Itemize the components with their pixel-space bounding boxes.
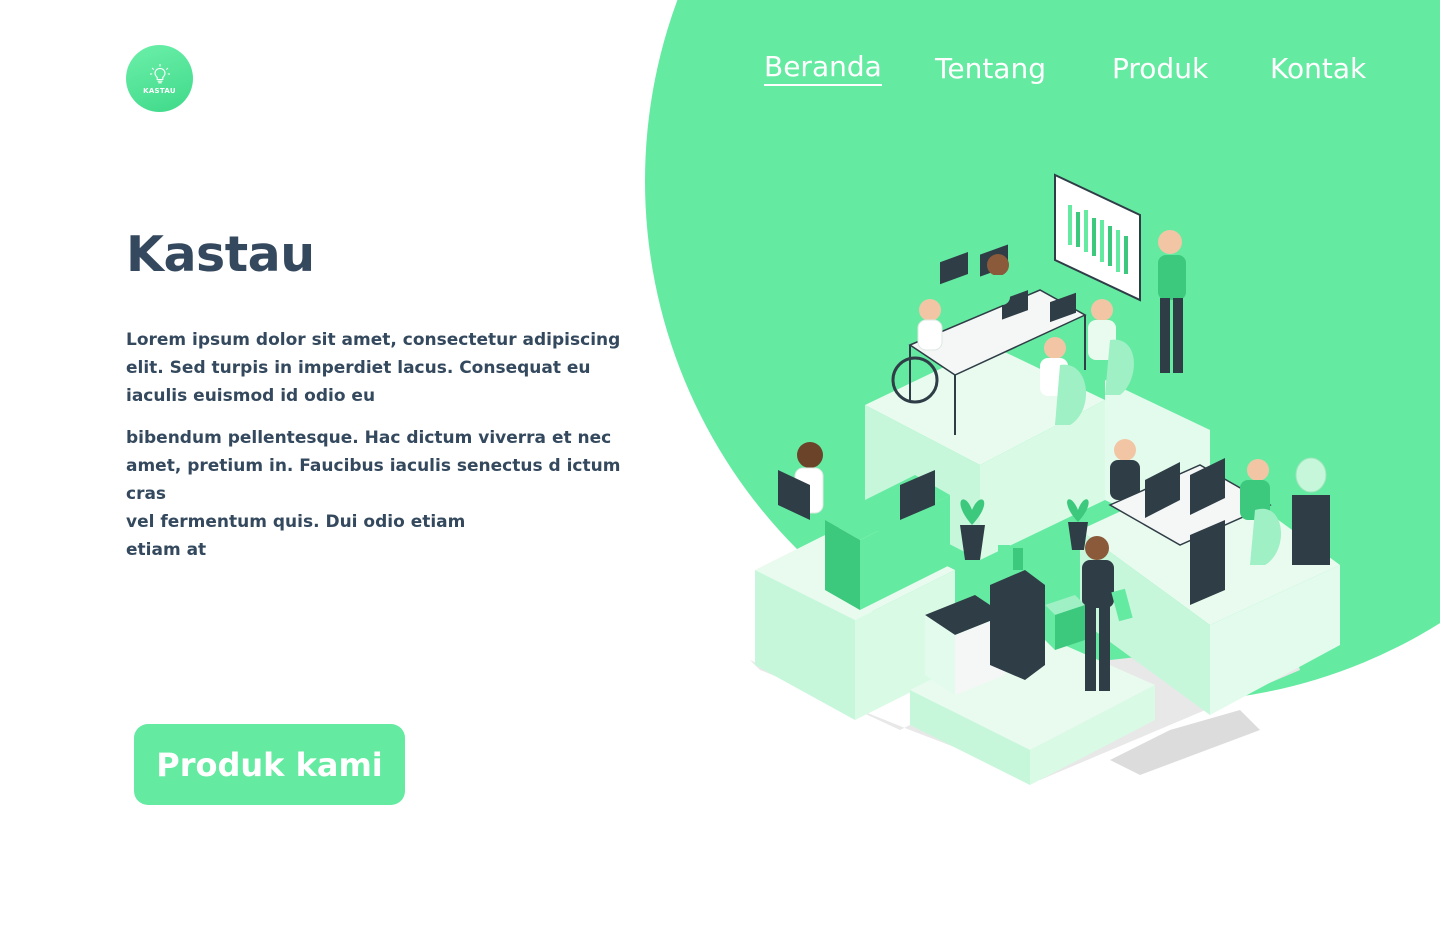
isometric-office-illustration	[750, 173, 1340, 785]
main-nav: Beranda Tentang Produk Kontak	[0, 50, 1440, 102]
hero-paragraph-1: Lorem ipsum dolor sit amet, consectetur …	[126, 330, 621, 406]
hero-paragraph-2-line: etiam at	[126, 540, 207, 560]
landing-page: KASTAU Beranda Tentang Produk Kontak Kas…	[0, 0, 1440, 947]
nav-item-kontak[interactable]: Kontak	[1270, 52, 1366, 85]
hero-paragraph-2-line: bibendum pellentesque. Hac dictum viverr…	[126, 428, 612, 448]
nav-item-produk[interactable]: Produk	[1112, 52, 1208, 85]
hero-paragraph-2-line: amet, pretium in. Faucibus iaculis senec…	[126, 456, 621, 504]
nav-item-tentang[interactable]: Tentang	[935, 52, 1046, 85]
hero-paragraph-2: bibendum pellentesque. Hac dictum viverr…	[126, 424, 656, 564]
produk-kami-button[interactable]: Produk kami	[134, 724, 405, 805]
hero-title: Kastau	[126, 226, 315, 283]
hero-paragraph-2-line: vel fermentum quis. Dui odio etiam	[126, 512, 466, 532]
nav-item-beranda[interactable]: Beranda	[764, 50, 882, 86]
